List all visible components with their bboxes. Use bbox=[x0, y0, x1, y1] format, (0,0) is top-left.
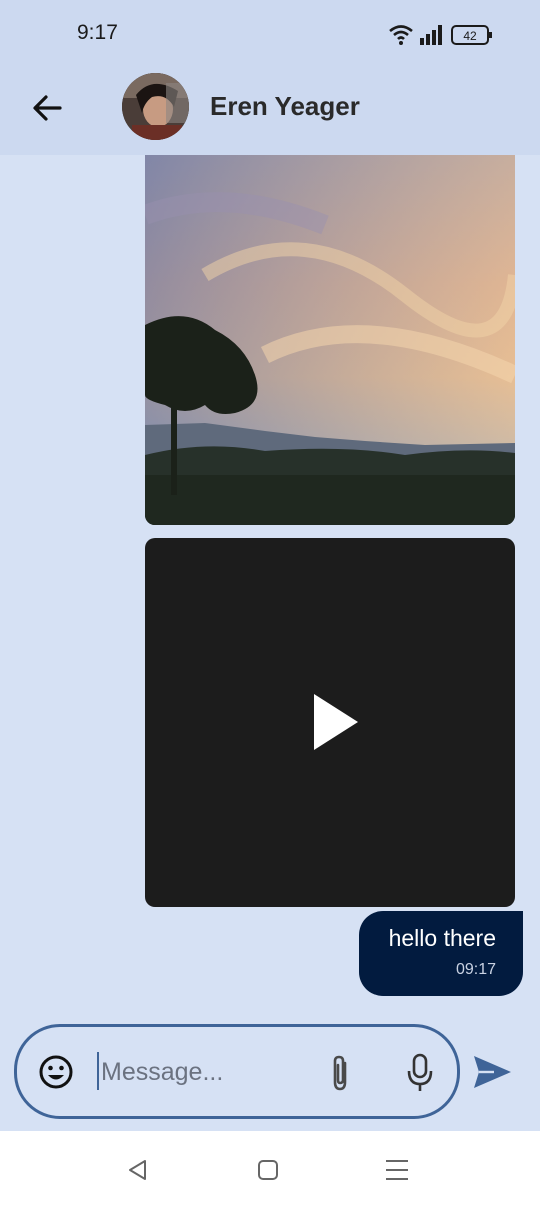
send-button[interactable] bbox=[470, 1050, 514, 1094]
nav-back-icon bbox=[129, 1160, 146, 1180]
battery-icon: 42 bbox=[451, 25, 492, 45]
wifi-icon bbox=[389, 25, 413, 45]
sunset-photo bbox=[145, 155, 515, 525]
message-time: 09:17 bbox=[455, 961, 496, 978]
contact-name: Eren Yeager bbox=[210, 91, 360, 121]
chat-header: 9:17 42 Eren Yeager bbox=[0, 0, 540, 155]
nav-recents-button[interactable] bbox=[384, 1157, 410, 1183]
arrow-left-icon bbox=[33, 95, 62, 121]
emoji-icon bbox=[39, 1055, 73, 1089]
nav-home-icon bbox=[258, 1160, 278, 1180]
send-icon bbox=[474, 1056, 511, 1088]
microphone-icon bbox=[407, 1053, 433, 1091]
system-nav-bar bbox=[0, 1131, 540, 1206]
battery-level: 42 bbox=[463, 29, 477, 43]
video-message[interactable] bbox=[145, 538, 515, 907]
nav-home-button[interactable] bbox=[255, 1157, 281, 1183]
emoji-button[interactable] bbox=[38, 1054, 74, 1090]
paperclip-icon bbox=[333, 1055, 347, 1091]
message-composer bbox=[14, 1024, 460, 1119]
avatar[interactable] bbox=[122, 73, 189, 140]
sent-message-bubble[interactable]: hello there 09:17 bbox=[359, 911, 523, 996]
message-input[interactable] bbox=[99, 1050, 303, 1094]
message-text: hello there bbox=[388, 925, 496, 951]
microphone-button[interactable] bbox=[405, 1053, 435, 1093]
signal-icon bbox=[420, 25, 442, 45]
play-icon[interactable] bbox=[312, 692, 360, 752]
nav-back-button[interactable] bbox=[125, 1157, 151, 1183]
status-icons: 42 bbox=[389, 25, 492, 45]
image-message[interactable] bbox=[145, 155, 515, 525]
contact-avatar-image bbox=[122, 73, 189, 140]
back-button[interactable] bbox=[28, 88, 68, 128]
attach-button[interactable] bbox=[325, 1053, 355, 1093]
status-time: 9:17 bbox=[77, 21, 118, 44]
nav-recents-icon bbox=[386, 1160, 408, 1180]
